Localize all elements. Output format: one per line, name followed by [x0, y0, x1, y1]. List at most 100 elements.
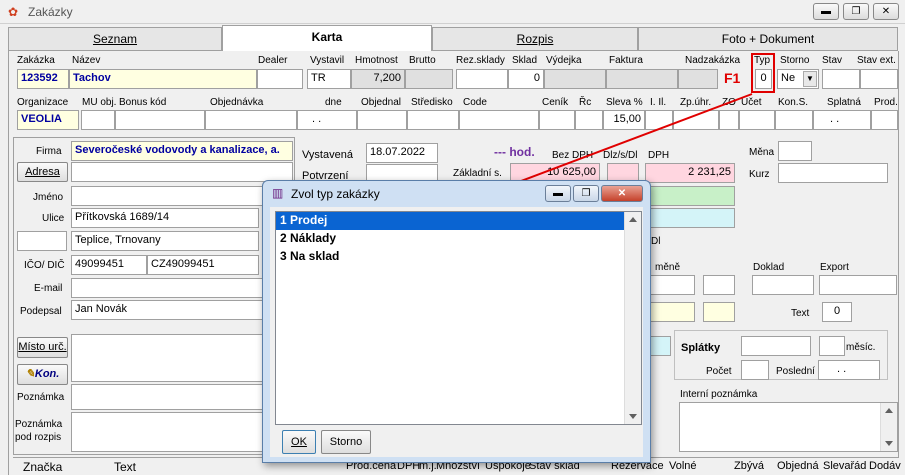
col-objedna[interactable]: Objedná: [777, 460, 819, 472]
label-mene: měně: [655, 262, 681, 273]
dialog-minimize-button[interactable]: ▬: [545, 185, 571, 202]
pocet-field[interactable]: [741, 360, 769, 380]
label-text: Text: [791, 308, 810, 319]
tab-seznam[interactable]: Seznam: [8, 27, 222, 51]
label-nazev: Název: [72, 55, 101, 66]
jmeno-field[interactable]: [71, 186, 293, 206]
dic-field[interactable]: CZ49099451: [147, 255, 259, 275]
zakazka-field[interactable]: 123592: [17, 69, 69, 89]
psc-field[interactable]: [17, 231, 67, 251]
prod-field[interactable]: [871, 110, 898, 130]
close-button[interactable]: ✕: [873, 3, 899, 20]
col-zbyva[interactable]: Zbývá: [734, 460, 764, 472]
dialog-close-icon[interactable]: ✕: [601, 185, 643, 202]
scroll-down-icon[interactable]: [885, 441, 893, 446]
misto-urceni-button[interactable]: Místo urč.: [17, 337, 68, 358]
stredisko-field[interactable]: [407, 110, 459, 130]
ico-field[interactable]: 49099451: [71, 255, 147, 275]
label-storno: Storno: [780, 55, 810, 66]
splatna-field[interactable]: . .: [813, 110, 871, 130]
doklad-field[interactable]: [752, 275, 814, 295]
tab-rozpis[interactable]: Rozpis: [432, 27, 638, 51]
stav-ext-field[interactable]: [860, 69, 898, 89]
storno-select[interactable]: Ne ▼: [777, 69, 819, 89]
dealer-field[interactable]: [257, 69, 303, 89]
list-scroll-up-icon[interactable]: [629, 217, 637, 222]
sum-field-2[interactable]: [703, 275, 735, 295]
podepsal-field[interactable]: Jan Novák: [71, 300, 293, 320]
list-item-prodej[interactable]: 1 Prodej: [276, 212, 641, 230]
label-dl: Dl: [651, 236, 661, 247]
label-prod: Prod.: [874, 97, 898, 108]
list-item-naklady[interactable]: 2 Náklady: [276, 230, 641, 248]
label-nadzakazka: Nadzakázka: [685, 55, 741, 66]
dialog-maximize-button[interactable]: ❐: [573, 185, 599, 202]
stav-field[interactable]: [822, 69, 860, 89]
dne-field[interactable]: . .: [297, 110, 357, 130]
poznamka-rozpis-field[interactable]: [71, 412, 293, 452]
adresa-button[interactable]: Adresa: [17, 162, 68, 182]
col-slevarad[interactable]: Slevařád: [823, 460, 866, 472]
list-scroll-down-icon[interactable]: [629, 414, 637, 419]
yellow-field-2[interactable]: [703, 302, 735, 322]
mena-field[interactable]: [778, 141, 812, 161]
label-posledni: Poslední: [776, 366, 815, 377]
firma-line2-field[interactable]: [71, 162, 293, 182]
ulice-field[interactable]: Přítkovská 1689/14: [71, 208, 259, 228]
label-firma: Firma: [36, 146, 62, 157]
label-objednal: Objednal: [361, 97, 402, 108]
sum-field-1[interactable]: [645, 275, 695, 295]
firma-field[interactable]: Severočeské vodovody a kanalizace, a.: [71, 141, 293, 161]
email-field[interactable]: [71, 278, 293, 298]
interni-poznamka-field[interactable]: [679, 402, 898, 452]
posledni-field[interactable]: . .: [818, 360, 880, 380]
vystavil-field[interactable]: TR: [307, 69, 351, 89]
organizace-field[interactable]: VEOLIA: [17, 110, 79, 130]
col-znacka[interactable]: Značka: [23, 460, 62, 474]
tab-karta[interactable]: Karta: [222, 25, 432, 52]
scroll-up-icon[interactable]: [885, 408, 893, 413]
ok-button[interactable]: OK: [282, 430, 316, 454]
label-mu-obj: MU obj.: [82, 97, 117, 108]
text-field[interactable]: 0: [822, 302, 852, 322]
bonus-kod-field[interactable]: [115, 110, 205, 130]
mu-obj-field[interactable]: [81, 110, 115, 130]
kon-s-field[interactable]: [775, 110, 813, 130]
list-item-na-sklad[interactable]: 3 Na sklad: [276, 248, 641, 266]
label-ulice: Ulice: [42, 213, 65, 224]
objednal-field[interactable]: [357, 110, 407, 130]
label-stav: Stav: [822, 55, 843, 66]
mesic-field[interactable]: [819, 336, 845, 356]
minimize-button[interactable]: ▬: [813, 3, 839, 20]
label-export: Export: [820, 262, 849, 273]
nazev-field[interactable]: Tachov: [69, 69, 257, 89]
mesto-field[interactable]: Teplice, Trnovany: [71, 231, 259, 251]
col-volne[interactable]: Volné: [669, 460, 697, 472]
cyan-dph-field[interactable]: [645, 208, 735, 228]
typ-list[interactable]: 1 Prodej 2 Náklady 3 Na sklad: [275, 211, 642, 425]
label-sklad: Sklad: [512, 55, 538, 66]
col-dodav[interactable]: Dodáv: [869, 460, 901, 472]
kon-button[interactable]: ✎Kon.: [17, 364, 68, 385]
interni-scrollbar[interactable]: [880, 403, 897, 451]
chevron-down-icon[interactable]: ▼: [803, 71, 817, 87]
poznamka-field[interactable]: [71, 384, 293, 410]
maximize-button[interactable]: ❐: [843, 3, 869, 20]
splatky-field[interactable]: [741, 336, 811, 356]
export-field[interactable]: [819, 275, 897, 295]
label-stredisko: Středisko: [411, 97, 453, 108]
storno-value: Ne: [781, 72, 796, 84]
objednavka-field[interactable]: [205, 110, 297, 130]
label-doklad: Doklad: [753, 262, 785, 273]
vystavena-field[interactable]: 18.07.2022: [366, 143, 438, 163]
misto-urceni-field[interactable]: [71, 334, 293, 382]
yellow-field-1[interactable]: [645, 302, 695, 322]
kon-button-label: Kon.: [34, 368, 60, 380]
app-icon: ✿: [8, 5, 19, 19]
label-dealer: Dealer: [258, 55, 288, 66]
tab-foto-dokument[interactable]: Foto + Dokument: [638, 27, 898, 51]
col-text[interactable]: Text: [114, 460, 136, 474]
list-scrollbar[interactable]: [624, 212, 641, 424]
storno-button[interactable]: Storno: [321, 430, 371, 454]
kurz-field[interactable]: [778, 163, 888, 183]
